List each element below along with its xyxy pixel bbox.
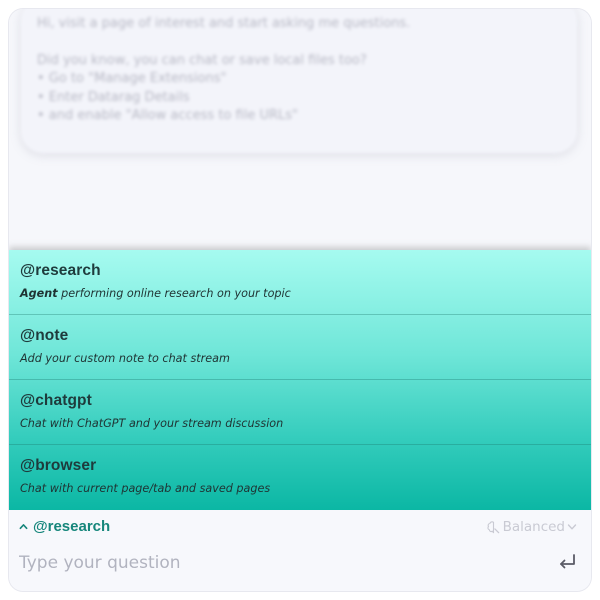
welcome-tip: • and enable "Allow access to file URLs"	[37, 108, 298, 123]
mode-label: Balanced	[502, 519, 565, 535]
selected-mention-label: @research	[33, 518, 111, 535]
brain-icon	[486, 520, 499, 533]
mention-description: Chat with ChatGPT and your stream discus…	[20, 417, 284, 430]
mention-name: @research	[20, 262, 101, 279]
welcome-message: Hi, visit a page of interest and start a…	[21, 9, 577, 153]
welcome-tip: • Go to "Manage Extensions"	[37, 71, 227, 86]
mention-item-browser[interactable]: @browser Chat with current page/tab and …	[9, 445, 591, 510]
selected-mention-toggle[interactable]: @research	[19, 518, 110, 535]
welcome-greeting: Hi, visit a page of interest and start a…	[37, 16, 411, 31]
chevron-down-icon	[567, 524, 577, 530]
mention-name: @chatgpt	[20, 392, 92, 409]
chat-window: Hi, visit a page of interest and start a…	[9, 9, 591, 591]
input-area: @research Balanced	[9, 510, 591, 591]
enter-return-icon[interactable]	[557, 552, 579, 572]
mode-selector[interactable]: Balanced	[486, 519, 577, 535]
welcome-tip-title: Did you know, you can chat or save local…	[37, 52, 367, 68]
welcome-tip: • Enter Datarag Details	[37, 89, 190, 105]
mention-description: Agent performing online research on your…	[20, 287, 580, 300]
mention-description: Add your custom note to chat stream	[20, 352, 230, 365]
chevron-up-icon	[19, 524, 28, 530]
mention-name: @browser	[20, 457, 97, 474]
mention-suggestions: @research Agent performing online resear…	[9, 250, 591, 510]
mention-description-bold: Agent	[20, 287, 58, 300]
mention-item-note[interactable]: @note Add your custom note to chat strea…	[9, 315, 591, 380]
mention-item-chatgpt[interactable]: @chatgpt Chat with ChatGPT and your stre…	[9, 380, 591, 445]
mention-description: Chat with current page/tab and saved pag…	[20, 482, 271, 495]
chat-stream: Hi, visit a page of interest and start a…	[9, 9, 591, 249]
question-input[interactable]	[19, 550, 539, 576]
mention-item-research[interactable]: @research Agent performing online resear…	[9, 250, 591, 315]
mention-name: @note	[20, 327, 69, 344]
mention-description-text: performing online research on your topic	[57, 287, 291, 300]
